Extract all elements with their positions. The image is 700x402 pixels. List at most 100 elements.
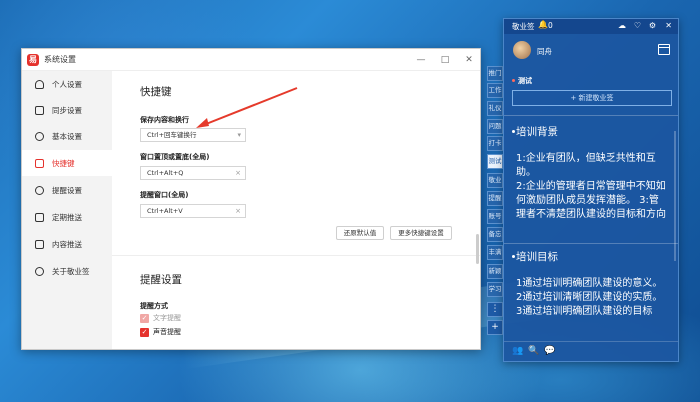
new-note-button[interactable]: + 新建敬业签 [512,90,672,106]
reminder-section-title: 提醒设置 [140,274,182,286]
topmost-hotkey-value: Ctrl+Alt+Q [147,169,184,177]
sidebar-item-personal[interactable]: 个人设置 [22,71,112,97]
sound-reminder-label: 声音提醒 [153,328,181,336]
remind-hotkey-value: Ctrl+Alt+V [147,207,183,215]
section-dot-icon [512,79,515,82]
note-divider [504,243,678,244]
side-tab[interactable]: 提醒 [487,191,503,206]
sidebar-item-about[interactable]: 关于敬业签 [22,258,112,284]
gear-icon[interactable]: ⚙ [649,21,656,30]
side-tab[interactable]: 礼仪 [487,101,503,116]
section-divider [112,255,480,256]
side-tab[interactable]: 推门 [487,66,503,81]
sticky-notes-panel: 敬业签 🔔 0 ☁ ♡ ⚙ ✕ 同舟 测试 + 新建敬业签 培训背景 1:企业有… [503,18,679,362]
window-title: 系统设置 [44,55,76,64]
text-reminder-label: 文字提醒 [153,314,181,322]
topmost-hotkey-field[interactable]: Ctrl+Alt+Q × [140,166,246,180]
app-logo-icon: 易 [27,53,39,66]
close-button[interactable]: ✕ [464,55,474,65]
chevron-down-icon: ▾ [237,131,241,139]
notes-header[interactable]: 敬业签 🔔 0 ☁ ♡ ⚙ ✕ [504,19,678,34]
sidebar-item-label: 关于敬业签 [52,266,90,276]
reminder-count: 0 [548,21,553,30]
settings-window: 易 系统设置 — □ ✕ 个人设置 同步设置 基本设置 快捷键 提醒设置 定期推… [21,48,481,350]
sidebar-item-hotkeys[interactable]: 快捷键 [22,150,112,176]
side-tab[interactable]: 备忘 [487,227,503,242]
about-icon [35,266,44,276]
checkbox-checked-disabled: ✓ [140,313,149,323]
side-tab[interactable]: 新颖 [487,264,503,279]
side-tab[interactable]: 问题 [487,119,503,134]
note-bullet-icon [512,255,515,258]
sidebar-item-label: 基本设置 [52,131,82,141]
sidebar-item-reminder[interactable]: 提醒设置 [22,177,112,203]
sound-reminder-checkbox[interactable]: ✓ 声音提醒 [140,327,181,337]
settings-sidebar: 个人设置 同步设置 基本设置 快捷键 提醒设置 定期推送 内容推送 关于敬业签 [22,71,112,349]
content-scrollbar[interactable] [476,234,479,264]
notes-footer: 👥 🔍 💬 [504,341,678,361]
maximize-button[interactable]: □ [440,55,450,65]
bell-icon[interactable]: 🔔 [538,20,548,29]
remind-hotkey-label: 提醒窗口(全局) [140,191,189,199]
restore-default-button[interactable]: 还原默认值 [336,226,384,240]
remind-hotkey-field[interactable]: Ctrl+Alt+V × [140,204,246,218]
note-heading: 培训背景 [516,126,558,138]
sync-icon [35,105,44,115]
keyboard-icon [35,158,44,168]
side-tab[interactable]: 打卡 [487,136,503,151]
content-icon [35,239,44,249]
sidebar-item-label: 提醒设置 [52,185,82,195]
side-tab[interactable]: 丰满 [487,245,503,260]
sidebar-item-label: 快捷键 [52,158,75,168]
side-tab[interactable]: 工作 [487,83,503,98]
avatar[interactable] [513,41,531,59]
note-body[interactable]: 1通过培训明确团队建设的意义。 2通过培训清晰团队建设的实质。 3通过培训明确团… [516,277,668,339]
minimize-button[interactable]: — [416,55,426,65]
search-icon[interactable]: 🔍 [528,346,539,356]
notes-app-title: 敬业签 [512,22,535,31]
clear-icon[interactable]: × [235,167,241,179]
more-hotkeys-button[interactable]: 更多快捷键设置 [390,226,452,240]
note-bullet-icon [512,130,515,133]
save-hotkey-label: 保存内容和换行 [140,116,189,124]
hotkeys-section-title: 快捷键 [140,86,172,98]
bell-icon [35,185,44,195]
more-tabs-icon[interactable]: ⋮ [487,302,503,317]
side-tab[interactable]: 学习 [487,282,503,297]
close-icon[interactable]: ✕ [665,21,672,30]
note-heading: 培训目标 [516,251,558,263]
side-tab[interactable]: 账号 [487,209,503,224]
text-reminder-checkbox[interactable]: ✓ 文字提醒 [140,313,181,323]
add-tab-icon[interactable]: + [487,320,503,335]
sidebar-item-label: 个人设置 [52,79,82,89]
title-bar[interactable]: 易 系统设置 — □ ✕ [22,49,480,71]
username: 同舟 [537,47,552,56]
side-tab[interactable]: 敬业 [487,173,503,188]
sidebar-item-scheduled-push[interactable]: 定期推送 [22,204,112,230]
sidebar-item-sync[interactable]: 同步设置 [22,97,112,123]
sidebar-item-basic[interactable]: 基本设置 [22,123,112,149]
calendar-icon[interactable] [658,44,670,55]
topmost-hotkey-label: 窗口置顶或置底(全局) [140,153,210,161]
sidebar-item-label: 定期推送 [52,212,82,222]
note-divider [504,115,678,116]
save-hotkey-select[interactable]: Ctrl+回车键换行 ▾ [140,128,246,142]
side-tab-active[interactable]: 测试 [487,154,503,169]
cloud-icon[interactable]: ☁ [618,21,626,30]
notes-scrollbar[interactable] [674,131,676,261]
sidebar-item-content-push[interactable]: 内容推送 [22,231,112,257]
sidebar-item-label: 同步设置 [52,105,82,115]
note-body[interactable]: 1:企业有团队，但缺乏共性和互助。 2:企业的管理者日常管理中不知如何激励团队成… [516,152,668,230]
reminder-mode-label: 提醒方式 [140,302,168,310]
heart-icon[interactable]: ♡ [634,21,641,30]
settings-content: 快捷键 保存内容和换行 Ctrl+回车键换行 ▾ 窗口置顶或置底(全局) Ctr… [112,71,480,349]
save-hotkey-value: Ctrl+回车键换行 [147,131,197,139]
team-icon[interactable]: 👥 [512,346,523,356]
clear-icon[interactable]: × [235,205,241,217]
chat-icon[interactable]: 💬 [544,346,555,356]
calendar-icon [35,212,44,222]
checkbox-checked: ✓ [140,327,149,337]
notes-section-title: 测试 [518,77,532,85]
person-icon [35,79,44,89]
sidebar-item-label: 内容推送 [52,239,82,249]
